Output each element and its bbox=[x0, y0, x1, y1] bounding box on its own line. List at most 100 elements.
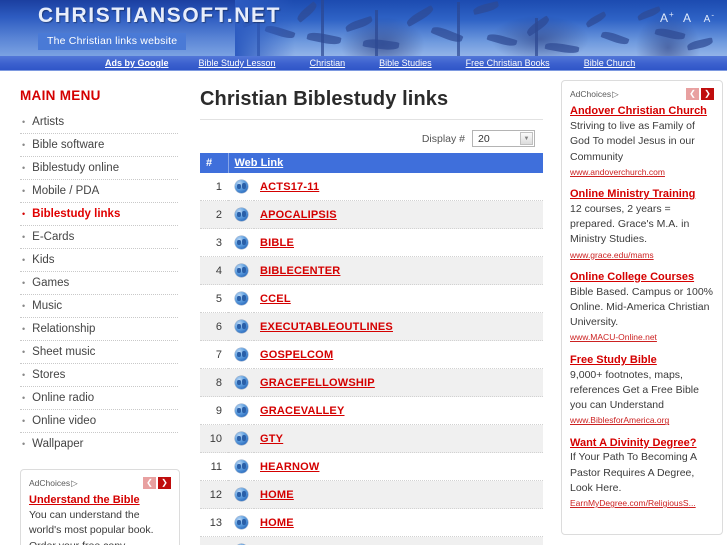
sidebar-item-label[interactable]: Biblestudy online bbox=[32, 162, 119, 174]
ads-bar-link-4[interactable]: Bible Church bbox=[584, 58, 636, 68]
right-adchoices-row: AdChoices▷ ❮ ❯ bbox=[570, 88, 714, 101]
left-ad-prev-arrow-icon[interactable]: ❮ bbox=[143, 477, 156, 490]
globe-icon bbox=[234, 488, 248, 501]
web-link[interactable]: HOME bbox=[260, 517, 294, 529]
sidebar-item-label[interactable]: Relationship bbox=[32, 323, 95, 335]
sidebar-item-stores[interactable]: • Stores bbox=[20, 363, 178, 386]
left-sidebar: MAIN MENU • Artists • Bible software • Bibles… bbox=[0, 76, 190, 545]
font-size-increase-button[interactable]: A+ bbox=[656, 10, 675, 25]
sidebar-item-kids[interactable]: • Kids bbox=[20, 248, 178, 271]
right-ad-title[interactable]: Online College Courses bbox=[570, 270, 714, 285]
sidebar-item-label[interactable]: Games bbox=[32, 277, 69, 289]
right-ad-title[interactable]: Want A Divinity Degree? bbox=[570, 436, 714, 451]
web-link[interactable]: GRACEVALLEY bbox=[260, 405, 345, 417]
sidebar-item-label[interactable]: E-Cards bbox=[32, 231, 74, 243]
site-logo[interactable]: CHRISTIANSOFT.NET The Christian links we… bbox=[38, 4, 281, 50]
globe-icon-cell bbox=[228, 425, 254, 453]
sidebar-item-label[interactable]: Stores bbox=[32, 369, 65, 381]
globe-icon-cell bbox=[228, 481, 254, 509]
web-link[interactable]: APOCALIPSIS bbox=[260, 209, 337, 221]
font-size-decrease-button[interactable]: A- bbox=[700, 11, 715, 25]
ads-by-google-link[interactable]: Ads by Google bbox=[105, 58, 169, 68]
row-link-cell: CCEL bbox=[254, 285, 543, 313]
sidebar-item-label[interactable]: Wallpaper bbox=[32, 438, 83, 450]
web-link[interactable]: GTY bbox=[260, 433, 283, 445]
table-row: 5 CCEL bbox=[200, 284, 543, 313]
web-link[interactable]: HOME bbox=[260, 489, 294, 501]
right-ad-url[interactable]: www.andoverchurch.com bbox=[570, 166, 714, 178]
adchoices-label-left[interactable]: AdChoices▷ bbox=[29, 477, 78, 489]
chevron-down-icon[interactable]: ▼ bbox=[520, 132, 533, 145]
sidebar-item-biblestudy-online[interactable]: • Biblestudy online bbox=[20, 156, 178, 179]
site-banner: CHRISTIANSOFT.NET The Christian links we… bbox=[0, 0, 727, 56]
sidebar-item-mobile-pda[interactable]: • Mobile / PDA bbox=[20, 179, 178, 202]
sidebar-item-bible-software[interactable]: • Bible software bbox=[20, 133, 178, 156]
sidebar-item-label[interactable]: Sheet music bbox=[32, 346, 95, 358]
bullet-icon: • bbox=[22, 232, 26, 242]
sidebar-item-online-radio[interactable]: • Online radio bbox=[20, 386, 178, 409]
sidebar-item-sheet-music[interactable]: • Sheet music bbox=[20, 340, 178, 363]
column-header-weblink-link[interactable]: Web Link bbox=[235, 157, 284, 169]
sidebar-item-online-video[interactable]: • Online video bbox=[20, 409, 178, 432]
sidebar-item-label[interactable]: Bible software bbox=[32, 139, 104, 151]
display-count-row: Display # 20 ▼ bbox=[200, 130, 543, 147]
font-size-normal-button[interactable]: A bbox=[683, 11, 691, 25]
display-count-value: 20 bbox=[478, 132, 490, 145]
web-link[interactable]: BIBLECENTER bbox=[260, 265, 340, 277]
right-ad-description: Bible Based. Campus or 100% Online. Mid-… bbox=[570, 285, 713, 329]
web-link[interactable]: GOSPELCOM bbox=[260, 349, 333, 361]
right-ad-url[interactable]: EarnMyDegree.com/ReligiousS... bbox=[570, 497, 714, 509]
sidebar-item-label[interactable]: Music bbox=[32, 300, 62, 312]
globe-icon bbox=[234, 432, 248, 445]
row-number: 5 bbox=[215, 292, 222, 305]
ads-bar-link-3[interactable]: Free Christian Books bbox=[466, 58, 550, 68]
right-ad-next-arrow-icon[interactable]: ❯ bbox=[701, 88, 714, 101]
right-ad-prev-arrow-icon[interactable]: ❮ bbox=[686, 88, 699, 101]
sidebar-item-e-cards[interactable]: • E-Cards bbox=[20, 225, 178, 248]
sidebar-item-artists[interactable]: • Artists bbox=[20, 111, 178, 133]
sidebar-item-label[interactable]: Artists bbox=[32, 116, 64, 128]
table-row: 14 HUMANITIES bbox=[200, 536, 543, 545]
bullet-icon: • bbox=[22, 439, 26, 449]
sidebar-item-games[interactable]: • Games bbox=[20, 271, 178, 294]
left-ad-next-arrow-icon[interactable]: ❯ bbox=[158, 477, 171, 490]
sidebar-item-relationship[interactable]: • Relationship bbox=[20, 317, 178, 340]
right-ad-url[interactable]: www.MACU-Online.net bbox=[570, 331, 714, 343]
sidebar-item-label[interactable]: Biblestudy links bbox=[32, 208, 120, 220]
web-link[interactable]: HEARNOW bbox=[260, 461, 319, 473]
right-ad-url[interactable]: www.grace.edu/mams bbox=[570, 249, 714, 261]
web-link[interactable]: EXECUTABLEOUTLINES bbox=[260, 321, 393, 333]
right-ad-title[interactable]: Free Study Bible bbox=[570, 353, 714, 368]
ads-bar-link-2[interactable]: Bible Studies bbox=[379, 58, 432, 68]
row-link-cell: GRACEFELLOWSHIP bbox=[254, 369, 543, 397]
ads-bar-link-0[interactable]: Bible Study Lesson bbox=[199, 58, 276, 68]
sidebar-item-biblestudy-links[interactable]: • Biblestudy links bbox=[20, 202, 178, 225]
right-ad-unit: Online College Courses Bible Based. Campu… bbox=[570, 270, 714, 344]
sidebar-item-label[interactable]: Mobile / PDA bbox=[32, 185, 99, 197]
web-link[interactable]: GRACEFELLOWSHIP bbox=[260, 377, 375, 389]
globe-icon bbox=[234, 292, 248, 305]
right-ad-title[interactable]: Andover Christian Church bbox=[570, 104, 714, 119]
ads-bar-link-1[interactable]: Christian bbox=[310, 58, 346, 68]
table-row: 11 HEARNOW bbox=[200, 452, 543, 481]
display-count-select[interactable]: 20 ▼ bbox=[472, 130, 535, 147]
globe-icon bbox=[234, 236, 248, 249]
row-number: 10 bbox=[209, 432, 222, 445]
web-link[interactable]: BIBLE bbox=[260, 237, 294, 249]
right-ad-url[interactable]: www.BiblesforAmerica.org bbox=[570, 414, 714, 426]
adchoices-label-right[interactable]: AdChoices▷ bbox=[570, 88, 619, 100]
web-link[interactable]: ACTS17-11 bbox=[260, 181, 319, 193]
sidebar-item-music[interactable]: • Music bbox=[20, 294, 178, 317]
table-row: 4 BIBLECENTER bbox=[200, 256, 543, 285]
row-number: 7 bbox=[215, 348, 222, 361]
table-row: 6 EXECUTABLEOUTLINES bbox=[200, 312, 543, 341]
main-menu-title: MAIN MENU bbox=[20, 88, 101, 103]
web-link[interactable]: CCEL bbox=[260, 293, 291, 305]
sidebar-item-label[interactable]: Online video bbox=[32, 415, 96, 427]
sidebar-item-wallpaper[interactable]: • Wallpaper bbox=[20, 432, 178, 455]
sidebar-item-label[interactable]: Kids bbox=[32, 254, 54, 266]
right-ad-title[interactable]: Online Ministry Training bbox=[570, 187, 714, 202]
row-number: 8 bbox=[215, 376, 222, 389]
sidebar-item-label[interactable]: Online radio bbox=[32, 392, 94, 404]
left-ad-title[interactable]: Understand the Bible bbox=[29, 493, 171, 508]
